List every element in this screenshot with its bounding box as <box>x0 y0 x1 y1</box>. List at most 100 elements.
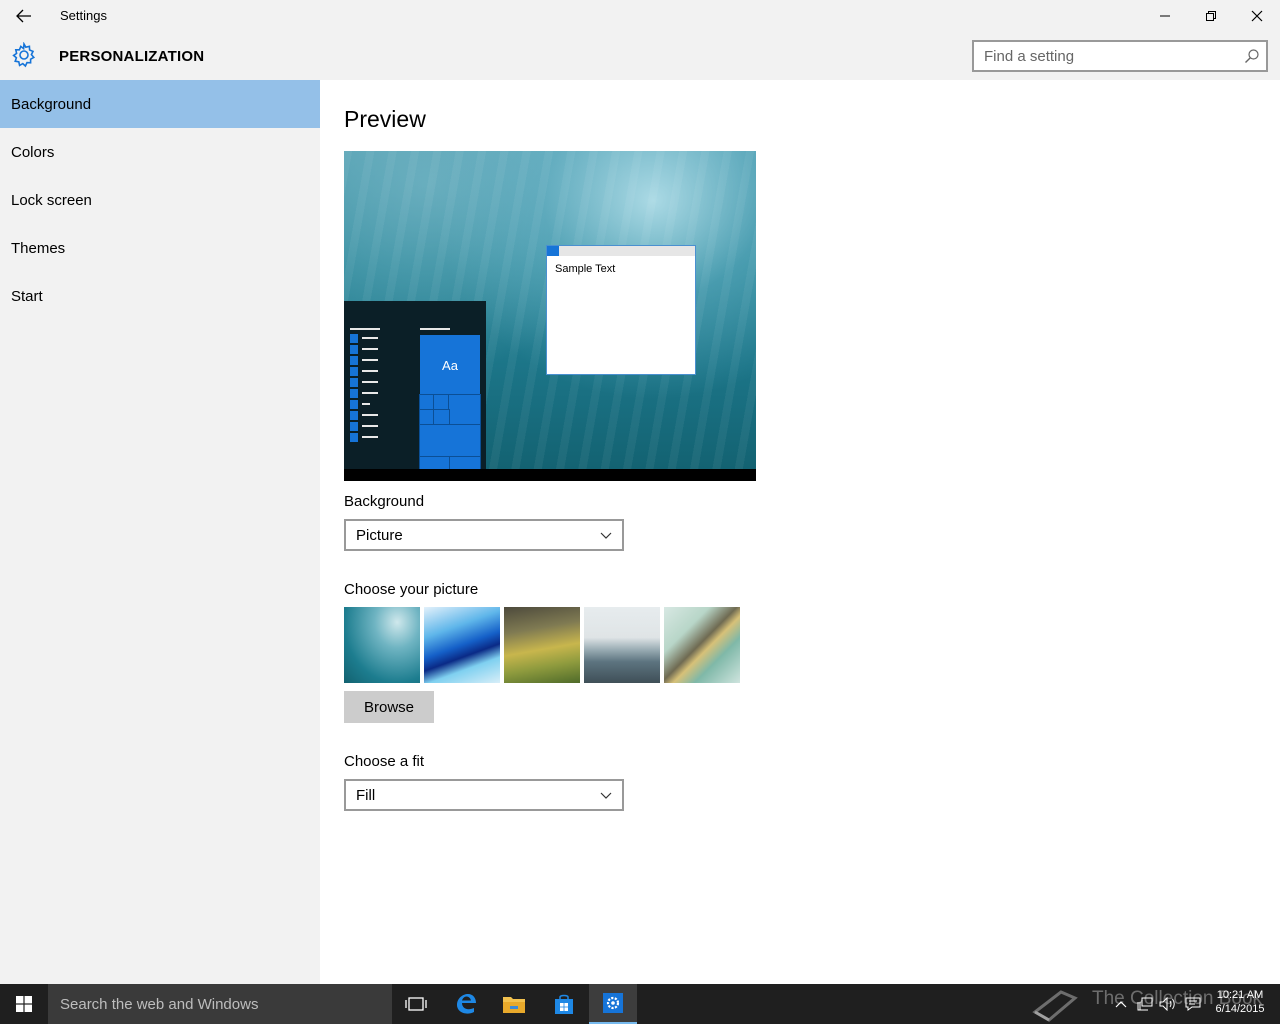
taskbar-clock[interactable]: 10:21 AM 6/14/2015 <box>1208 988 1272 1016</box>
picture-thumbnail-blue-wave[interactable] <box>424 607 500 683</box>
preview-tile <box>433 409 450 426</box>
preview-tile <box>433 394 450 411</box>
preview-list-line <box>362 381 378 383</box>
preview-heading: Preview <box>344 106 426 132</box>
main-content: Preview Aa Sample Text Background Pictur… <box>320 80 1280 984</box>
page-title: PERSONALIZATION <box>59 48 205 65</box>
taskbar: Search the web and Windows The Collectio… <box>0 984 1280 1024</box>
preview-list-block <box>350 345 358 354</box>
settings-gear-icon <box>603 993 623 1013</box>
preview-list-block <box>350 400 358 409</box>
sidebar-item-label: Lock screen <box>11 191 92 209</box>
store-button[interactable] <box>540 984 588 1024</box>
settings-header: PERSONALIZATION <box>0 32 1280 80</box>
windows-logo-icon <box>16 996 32 1012</box>
sidebar-item-label: Background <box>11 95 92 113</box>
preview-list-block <box>350 367 358 376</box>
preview-start-menu: Aa <box>344 301 486 470</box>
preview-list-line <box>362 392 378 394</box>
picture-thumbnails <box>344 607 744 683</box>
volume-icon <box>1159 997 1175 1011</box>
taskbar-search[interactable]: Search the web and Windows <box>48 984 392 1024</box>
preview-list-line <box>362 348 378 350</box>
background-label: Background <box>344 493 425 510</box>
folder-icon <box>503 997 525 1013</box>
preview-list-line <box>362 359 378 361</box>
preview-tile <box>419 456 451 470</box>
edge-button[interactable] <box>442 984 490 1024</box>
preview-tile <box>448 394 481 426</box>
restore-button[interactable] <box>1188 0 1234 32</box>
network-icon <box>1137 997 1153 1011</box>
settings-taskbar-button[interactable] <box>589 984 637 1024</box>
sidebar-item-label: Colors <box>11 143 55 161</box>
back-button[interactable] <box>10 4 38 28</box>
preview-tile <box>419 409 435 426</box>
browse-button[interactable]: Browse <box>344 691 434 723</box>
picture-thumbnail-river[interactable] <box>664 607 740 683</box>
minimize-icon <box>1160 15 1170 17</box>
preview-sample-text: Sample Text <box>555 263 616 275</box>
close-button[interactable] <box>1234 0 1280 32</box>
preview-window-accent <box>547 246 559 256</box>
task-view-button[interactable] <box>392 984 440 1024</box>
fit-label: Choose a fit <box>344 753 425 770</box>
sidebar-item-lock-screen[interactable]: Lock screen <box>0 176 320 224</box>
preview-list-line <box>362 403 370 405</box>
watermark-book-icon <box>1030 984 1080 1024</box>
file-explorer-button[interactable] <box>490 984 538 1024</box>
choose-picture-label: Choose your picture <box>344 581 479 598</box>
sidebar-item-label: Start <box>11 287 43 305</box>
picture-thumbnail-mountains[interactable] <box>504 607 580 683</box>
preview-tile <box>449 456 481 470</box>
show-hidden-icons-button[interactable] <box>1110 984 1132 1024</box>
preview-list-block <box>350 411 358 420</box>
clock-time: 10:21 AM <box>1216 989 1264 1001</box>
preview-list-line <box>362 436 378 438</box>
fit-dropdown[interactable]: Fill <box>344 779 624 811</box>
task-view-icon <box>405 997 427 1011</box>
background-dropdown[interactable]: Picture <box>344 519 624 551</box>
chevron-up-icon <box>1115 1001 1127 1008</box>
start-button[interactable] <box>0 984 48 1024</box>
preview-list-block <box>350 334 358 343</box>
preview-list-line <box>362 414 378 416</box>
window-title: Settings <box>60 8 107 23</box>
sidebar-item-colors[interactable]: Colors <box>0 128 320 176</box>
restore-icon <box>1206 11 1216 21</box>
sidebar-item-themes[interactable]: Themes <box>0 224 320 272</box>
taskbar-search-placeholder: Search the web and Windows <box>60 996 259 1013</box>
search-input[interactable] <box>974 42 1236 70</box>
preview-list-block <box>350 356 358 365</box>
background-dropdown-value: Picture <box>356 527 403 544</box>
preview-list-block <box>350 422 358 431</box>
notification-icon <box>1185 997 1201 1011</box>
preview-taskbar <box>344 469 756 481</box>
chevron-down-icon <box>600 792 612 799</box>
preview-sample-window: Sample Text <box>546 245 696 375</box>
sidebar-item-start[interactable]: Start <box>0 272 320 320</box>
fit-dropdown-value: Fill <box>356 787 376 804</box>
search-icon[interactable] <box>1244 48 1260 64</box>
preview-list-block <box>350 389 358 398</box>
volume-button[interactable] <box>1157 984 1179 1024</box>
preview-list-line <box>362 337 378 339</box>
clock-date: 6/14/2015 <box>1215 1003 1265 1015</box>
preview-tile <box>419 424 481 458</box>
preview-list-line <box>350 328 380 330</box>
preview-tile <box>419 394 435 411</box>
preview-window-titlebar <box>547 246 695 256</box>
picture-thumbnail-underwater[interactable] <box>344 607 420 683</box>
preview-list-line <box>420 328 450 330</box>
sidebar-item-background[interactable]: Background <box>0 80 320 128</box>
close-icon <box>1251 10 1263 22</box>
network-button[interactable] <box>1134 984 1156 1024</box>
action-center-button[interactable] <box>1181 984 1205 1024</box>
preview-list-line <box>362 425 378 427</box>
picture-thumbnail-pier[interactable] <box>584 607 660 683</box>
preview-list-block <box>350 378 358 387</box>
chevron-down-icon <box>600 532 612 539</box>
preview-list-line <box>362 370 378 372</box>
minimize-button[interactable] <box>1142 0 1188 32</box>
search-box[interactable] <box>972 40 1268 72</box>
